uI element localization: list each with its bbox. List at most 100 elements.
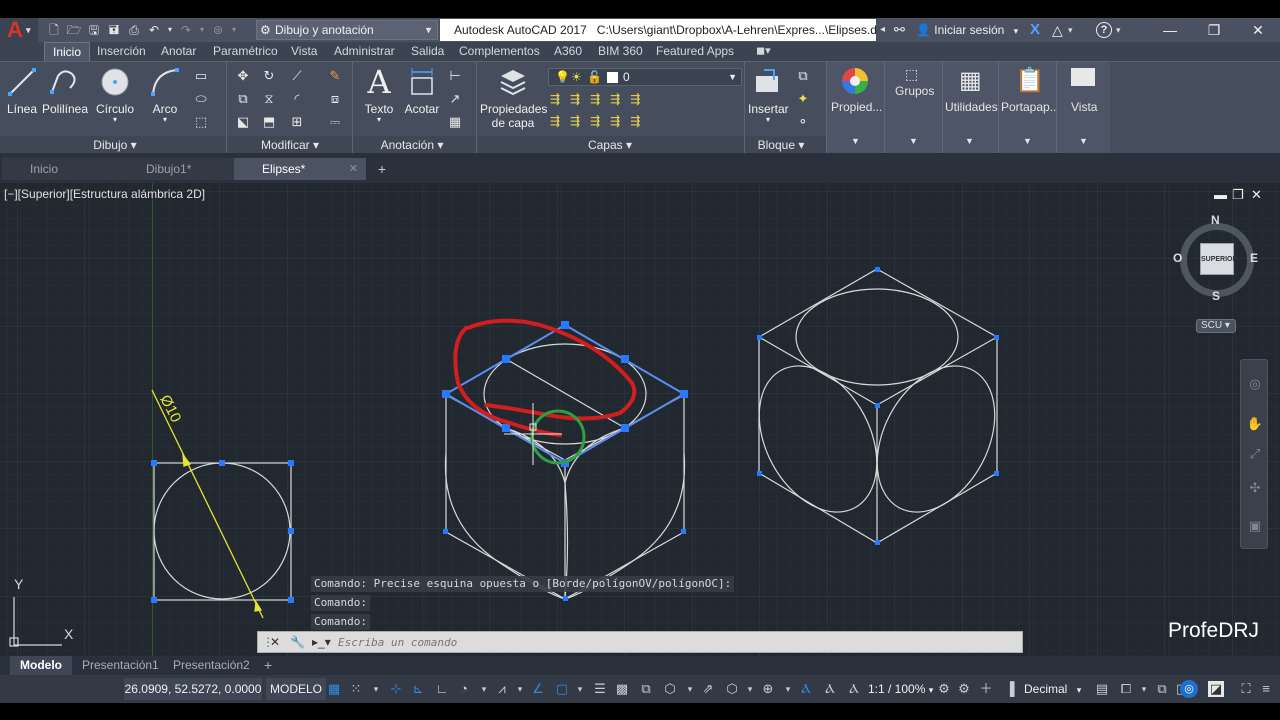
ucs-menu-button[interactable]: SCU ▾ <box>1196 319 1236 333</box>
annotation-scale-select[interactable]: 1:1 / 100% ▾ <box>868 678 933 700</box>
edit-block-icon[interactable]: ✦ <box>794 91 812 107</box>
circulo-button[interactable]: Círculo ▾ <box>94 66 136 124</box>
selection-cycling-icon[interactable]: ⧉ <box>638 681 654 697</box>
recent-commands-icon[interactable]: ▸_▾ <box>312 632 331 652</box>
3d-osnap-icon[interactable]: ⬡ <box>662 681 678 697</box>
customize-qat-icon[interactable]: ▾ <box>426 20 438 40</box>
customization-menu-icon[interactable]: ≡ <box>1258 681 1274 697</box>
hatch-icon[interactable]: ⬭ <box>192 91 210 107</box>
snap-icon[interactable]: ⁙ <box>348 681 364 697</box>
redo-dropdown-icon[interactable]: ▾ <box>198 22 206 38</box>
panel-modificar-label[interactable]: Modificar ▾ <box>250 137 330 153</box>
autocad-logo-icon[interactable]: A ▾ <box>0 18 38 42</box>
tab-insercion[interactable]: Inserción <box>89 42 154 61</box>
propiedades-panel-button[interactable]: Propied... ▼ <box>826 62 884 153</box>
fullscreen-icon[interactable]: ⛶ <box>1238 681 1254 697</box>
save-icon[interactable]: 🖫 <box>86 22 102 38</box>
grupos-panel-button[interactable]: ⬚ Grupos ▼ <box>884 62 942 153</box>
attribute-icon[interactable]: ⚬ <box>794 114 812 130</box>
chevron-down-icon[interactable]: ▾ <box>780 681 796 697</box>
hardware-acceleration-icon[interactable]: ◎ <box>1180 680 1198 698</box>
rectangle-icon[interactable]: ▭ <box>192 68 210 84</box>
utilidades-panel-button[interactable]: ▦ Utilidades ▼ <box>942 62 998 153</box>
compass-west[interactable]: O <box>1173 251 1182 265</box>
arco-button[interactable]: Arco ▾ <box>148 66 182 124</box>
open-file-icon[interactable]: 🗁 <box>66 22 82 38</box>
tab-inicio[interactable]: Inicio <box>44 42 91 61</box>
showmotion-icon[interactable]: ▣ <box>1246 518 1264 534</box>
close-button[interactable]: ✕ <box>1236 18 1280 42</box>
array-icon[interactable]: ⊞ <box>288 114 306 130</box>
signin-button[interactable]: 👤 Iniciar sesión ▾ <box>916 18 1018 42</box>
infer-constraints-icon[interactable]: ⊹ <box>388 681 404 697</box>
tab-complementos[interactable]: Complementos <box>451 42 548 61</box>
chevron-down-icon[interactable]: ▾ <box>742 681 758 697</box>
acotar-button[interactable]: Acotar <box>402 66 442 116</box>
linear-dim-icon[interactable]: ⊢ <box>446 68 464 84</box>
layout-tab-presentacion2[interactable]: Presentación2 <box>163 656 260 675</box>
new-file-icon[interactable]: 🗋 <box>46 22 62 38</box>
tab-parametrico[interactable]: Paramétrico <box>205 42 286 61</box>
autodesk-a360-icon[interactable]: △ <box>1052 18 1063 42</box>
viewport-controls-label[interactable]: [−][Superior][Estructura alámbrica 2D] <box>4 187 205 201</box>
help-icon[interactable]: ? <box>1096 22 1112 38</box>
drawing-canvas[interactable]: Ø10 Y X [−][Superior][Estructura alámbri… <box>0 183 1280 656</box>
share-icon[interactable]: ⊜ <box>210 22 226 38</box>
compass-south[interactable]: S <box>1212 289 1220 303</box>
region-icon[interactable]: ⬚ <box>192 114 210 130</box>
panel-dibujo-label[interactable]: Dibujo ▾ <box>80 137 150 153</box>
chevron-down-icon[interactable]: ▾ <box>682 681 698 697</box>
gizmo-icon[interactable]: ⊕ <box>760 681 776 697</box>
undo-icon[interactable]: ↶ <box>146 22 162 38</box>
stretch-icon[interactable]: ⬕ <box>234 114 252 130</box>
exchange-apps-icon[interactable]: X <box>1030 18 1040 42</box>
transparency-icon[interactable]: ▩ <box>614 681 630 697</box>
layout-tab-presentacion1[interactable]: Presentación1 <box>72 656 169 675</box>
copy-icon[interactable]: ⧉ <box>234 91 252 107</box>
object-snap-icon[interactable]: ▢ <box>554 681 570 697</box>
chevron-down-icon[interactable]: ▾ <box>1136 681 1152 697</box>
tab-anotar[interactable]: Anotar <box>153 42 204 61</box>
leader-icon[interactable]: ↗ <box>446 91 464 107</box>
dynamic-input-icon[interactable]: ⊾ <box>410 681 426 697</box>
layout-tab-modelo[interactable]: Modelo <box>10 656 72 675</box>
command-input[interactable] <box>338 634 1018 650</box>
viewport-close-icon[interactable]: ✕ <box>1251 187 1262 203</box>
annotation-monitor-icon[interactable]: ＋ <box>978 681 994 697</box>
layer-tools-row-1[interactable]: ⇶⇶⇶⇶⇶ <box>550 92 660 106</box>
lineweight-icon[interactable]: ☰ <box>592 681 608 697</box>
offset-icon[interactable]: ⎓ <box>326 114 344 130</box>
viewcube-face[interactable]: SUPERIOR <box>1200 243 1238 275</box>
new-tab-button[interactable]: + <box>372 160 392 178</box>
layer-select[interactable]: 💡 ☀ 🔓 0 ▼ <box>548 68 742 86</box>
viewport-restore-icon[interactable]: ❐ <box>1232 187 1244 203</box>
minimize-button[interactable]: — <box>1148 18 1192 42</box>
explode-icon[interactable]: ⧈ <box>326 91 344 107</box>
panel-bloque-label[interactable]: Bloque ▾ <box>748 137 814 153</box>
panel-capas-label[interactable]: Capas ▾ <box>570 137 650 153</box>
close-tab-icon[interactable]: ✕ <box>349 158 358 180</box>
tab-vista[interactable]: Vista <box>283 42 325 61</box>
polar-tracking-icon[interactable]: ◔ <box>456 681 472 697</box>
zoom-extents-icon[interactable]: ⤢ <box>1246 446 1264 462</box>
help-dropdown-icon[interactable]: ▾ <box>1116 18 1121 42</box>
vista-panel-button[interactable]: Vista ▼ <box>1056 62 1110 153</box>
customize-wrench-icon[interactable]: 🔧 <box>290 632 305 652</box>
panel-anotacion-label[interactable]: Anotación ▾ <box>372 137 452 153</box>
rotate-icon[interactable]: ↻ <box>260 68 278 84</box>
chevron-down-icon[interactable]: ▾ <box>512 681 528 697</box>
layer-tools-row-2[interactable]: ⇶⇶⇶⇶⇶ <box>550 114 660 128</box>
doc-tab-elipses[interactable]: Elipses* ✕ <box>234 158 366 180</box>
auto-scale-icon[interactable]: Ⲁ <box>822 681 838 697</box>
steering-wheel-icon[interactable]: ◎ <box>1246 376 1264 392</box>
viewport-minimize-icon[interactable]: ▬ <box>1214 187 1227 202</box>
units-select[interactable]: Decimal ▾ <box>1024 678 1081 700</box>
tab-a360[interactable]: A360 <box>546 42 590 61</box>
quick-properties-icon[interactable]: ▤ <box>1094 681 1110 697</box>
insertar-button[interactable]: Insertar ▾ <box>748 66 789 124</box>
clean-screen-icon[interactable]: ◪ <box>1208 681 1224 697</box>
fillet-icon[interactable]: ◜ <box>288 91 306 107</box>
ortho-icon[interactable]: ∟ <box>434 681 450 697</box>
model-space-button[interactable]: MODELO <box>266 678 327 700</box>
orbit-icon[interactable]: ✣ <box>1246 480 1264 496</box>
